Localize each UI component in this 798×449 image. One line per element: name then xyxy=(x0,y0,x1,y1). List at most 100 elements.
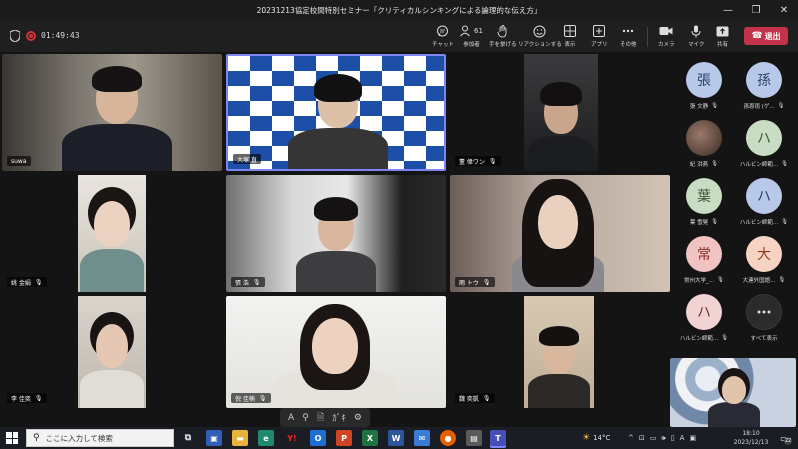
apps-label: アプリ xyxy=(591,42,608,48)
store-app-icon[interactable]: ▣ xyxy=(206,430,222,446)
raise-hand-button[interactable]: 手を挙げる xyxy=(489,24,517,50)
grid-icon xyxy=(564,24,576,38)
participant-name-tag: suwa xyxy=(7,156,31,166)
self-view-video[interactable] xyxy=(670,358,796,427)
weather-temp: 14°C xyxy=(593,434,611,442)
mail-icon[interactable]: ✉ xyxy=(414,430,430,446)
mic-button[interactable]: マイク xyxy=(688,24,704,50)
note-tool-button[interactable]: 🗎 xyxy=(317,410,324,426)
participant-avatar[interactable]: 孫 孫恩雨 (ゲ... 🎙 xyxy=(734,62,794,118)
participant-avatar[interactable]: ハ ハルビン師範... 🎙 xyxy=(734,178,794,234)
maximize-button[interactable]: ❐ xyxy=(742,0,770,20)
video-tile[interactable]: 李 佳奕 🎙 xyxy=(2,296,222,408)
mic-label: マイク xyxy=(688,42,705,48)
shield-icon xyxy=(10,30,20,42)
search-placeholder: ここに入力して検索 xyxy=(45,433,113,443)
participant-name: 姚 金娟 xyxy=(11,279,31,287)
react-button[interactable]: リアクションする xyxy=(518,24,562,50)
people-button[interactable]: 61 参加者 xyxy=(460,24,483,50)
camera-button[interactable]: カメラ xyxy=(658,24,675,50)
translate-tool-button[interactable]: ｶﾞｷ xyxy=(332,411,346,424)
app-tray-icon[interactable]: ⊡ xyxy=(639,434,645,442)
participant-name: suwa xyxy=(11,157,27,165)
mic-muted-icon: 🎙 xyxy=(778,277,786,283)
file-explorer-icon[interactable]: ▬ xyxy=(232,430,248,446)
battery-icon[interactable]: ▯ xyxy=(671,434,675,442)
video-tile[interactable]: 倪 佳楠 🎙 xyxy=(226,296,446,408)
firefox-icon[interactable]: ● xyxy=(440,430,456,446)
mic-muted-icon: 🎙 xyxy=(482,278,491,286)
taskbar-clock[interactable]: 18:10 2023/12/13 xyxy=(728,429,774,447)
close-window-button[interactable]: ✕ xyxy=(770,0,798,20)
avatar-name: ハルビン師範... xyxy=(739,162,779,168)
people-icon: 61 xyxy=(460,24,483,38)
minimize-button[interactable]: — xyxy=(714,0,742,20)
meeting-timer: 01:49:43 xyxy=(41,31,80,40)
app-icon[interactable]: ▤ xyxy=(466,430,482,446)
windows-taskbar: ⚲ ここに入力して検索 ⧉ ▣ ▬ e Y! O P X W ✉ ● ▤ T ☀… xyxy=(0,427,798,449)
chat-icon xyxy=(436,24,449,38)
participant-figure xyxy=(80,187,144,292)
participant-avatar[interactable]: 常 常州大学_... 🎙 xyxy=(674,236,734,292)
network-icon[interactable]: ▭ xyxy=(650,434,657,442)
video-tile[interactable]: suwa xyxy=(2,54,222,171)
video-tile[interactable]: 雨 トウ 🎙 xyxy=(450,175,670,292)
font-tool-button[interactable]: A xyxy=(288,413,294,423)
participant-avatar[interactable]: 葉 葉 雪晃 🎙 xyxy=(674,178,734,234)
participant-figure xyxy=(80,312,144,408)
notification-button[interactable]: ▭ 22 xyxy=(776,431,792,445)
powerpoint-icon[interactable]: P xyxy=(336,430,352,446)
pin-tool-button[interactable]: ⚲ xyxy=(302,413,309,423)
volume-icon[interactable]: 🕪 xyxy=(661,434,665,443)
task-view-icon[interactable]: ⧉ xyxy=(180,430,196,446)
more-button[interactable]: その他 xyxy=(620,24,637,50)
video-tile[interactable]: 姚 金娟 🎙 xyxy=(2,175,222,292)
video-tile-active-speaker[interactable]: 大塚 直 xyxy=(226,54,446,171)
video-tile[interactable]: 魏 奕凱 🎙 xyxy=(450,296,670,408)
participant-avatar[interactable]: ハ ハルビン師範... 🎙 xyxy=(734,120,794,176)
meeting-toolbar: 01:49:43 チャット 61 参加者 手を挙げる リアクションする 表示 ア… xyxy=(0,20,798,52)
view-button[interactable]: 表示 xyxy=(564,24,576,50)
avatar: 孫 xyxy=(746,62,782,98)
plus-square-icon xyxy=(593,24,606,38)
avatar: 張 xyxy=(686,62,722,98)
settings-tool-button[interactable]: ⚙ xyxy=(354,413,362,423)
leave-button[interactable]: ☎ 退出 xyxy=(744,27,788,45)
mic-muted-icon: 🎙 xyxy=(717,277,724,283)
avatar-name: 紀 洪燕 xyxy=(689,162,709,168)
participant-figure xyxy=(62,62,172,171)
participant-name: 張 浩 xyxy=(235,279,249,287)
mic-muted-icon: 🎙 xyxy=(34,278,43,286)
video-tile[interactable]: 張 浩 🎙 xyxy=(226,175,446,292)
participant-avatar[interactable]: 張 張 文静 🎙 xyxy=(674,62,734,118)
mic-muted-icon: 🎙 xyxy=(711,219,719,225)
word-icon[interactable]: W xyxy=(388,430,404,446)
taskbar-search[interactable]: ⚲ ここに入力して検索 xyxy=(26,429,174,447)
participant-name-tag: 董 偉ワン 🎙 xyxy=(455,156,501,166)
chat-button[interactable]: チャット xyxy=(432,24,454,50)
avatar-name: 大連外国語... xyxy=(742,278,776,284)
avatar: 常 xyxy=(686,236,722,272)
start-button[interactable] xyxy=(6,432,18,444)
participant-avatar[interactable]: ハ ハルビン師範... 🎙 xyxy=(674,294,734,350)
ime-settings-icon[interactable]: ▣ xyxy=(689,434,696,442)
chevron-up-icon[interactable]: ^ xyxy=(628,434,634,442)
weather-widget[interactable]: ☀ 14°C xyxy=(582,427,610,449)
teams-icon[interactable]: T xyxy=(490,430,506,446)
ime-mode[interactable]: A xyxy=(680,434,685,442)
show-all-button[interactable]: すべて表示 xyxy=(734,294,794,350)
participant-figure xyxy=(296,189,376,292)
edge-browser-icon[interactable]: e xyxy=(258,430,274,446)
apps-button[interactable]: アプリ xyxy=(591,24,608,50)
participant-avatar[interactable]: 紀 洪燕 🎙 xyxy=(674,120,734,176)
participant-avatar[interactable]: 大 大連外国語... 🎙 xyxy=(734,236,794,292)
share-button[interactable]: 共有 xyxy=(716,24,729,50)
yahoo-icon[interactable]: Y! xyxy=(284,430,300,446)
video-tile[interactable]: 董 偉ワン 🎙 xyxy=(450,54,670,171)
outlook-icon[interactable]: O xyxy=(310,430,326,446)
react-label: リアクションする xyxy=(518,42,562,48)
participant-name-tag: 大塚 直 xyxy=(233,154,261,164)
mic-muted-icon: 🎙 xyxy=(258,394,267,402)
hand-icon xyxy=(497,24,509,38)
excel-icon[interactable]: X xyxy=(362,430,378,446)
